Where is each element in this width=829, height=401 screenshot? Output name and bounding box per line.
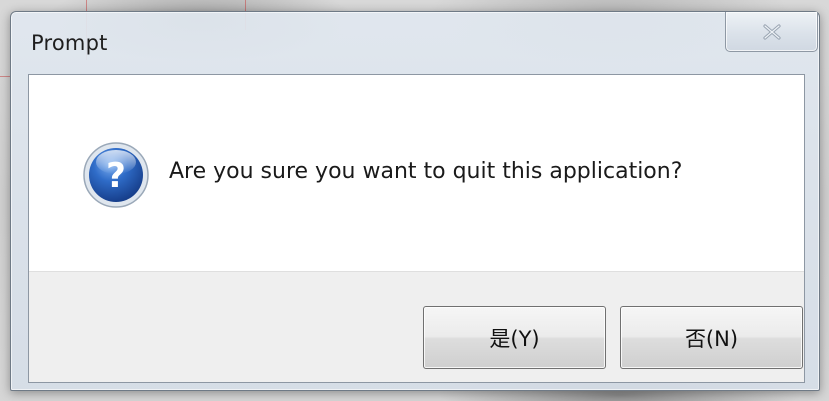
- yes-button[interactable]: 是(Y): [423, 306, 606, 369]
- background-guide-line: [0, 76, 10, 77]
- svg-text:?: ?: [106, 156, 126, 196]
- dialog-message: Are you sure you want to quit this appli…: [169, 159, 683, 184]
- message-area: ? Are you sure you want to quit this app…: [29, 75, 804, 271]
- close-button[interactable]: [725, 12, 818, 52]
- no-button[interactable]: 否(N): [620, 306, 803, 369]
- dialog-client-area: ? Are you sure you want to quit this app…: [28, 74, 805, 383]
- question-icon: ?: [82, 141, 150, 209]
- prompt-dialog: Prompt ? Are you sure you want to quit t…: [10, 11, 820, 391]
- dialog-title: Prompt: [31, 31, 108, 55]
- yes-button-label: 是(Y): [489, 326, 540, 351]
- no-button-label: 否(N): [684, 326, 739, 351]
- close-x-icon: [761, 23, 783, 41]
- button-bar: 是(Y) 否(N): [29, 271, 804, 382]
- dialog-titlebar[interactable]: Prompt: [11, 12, 819, 72]
